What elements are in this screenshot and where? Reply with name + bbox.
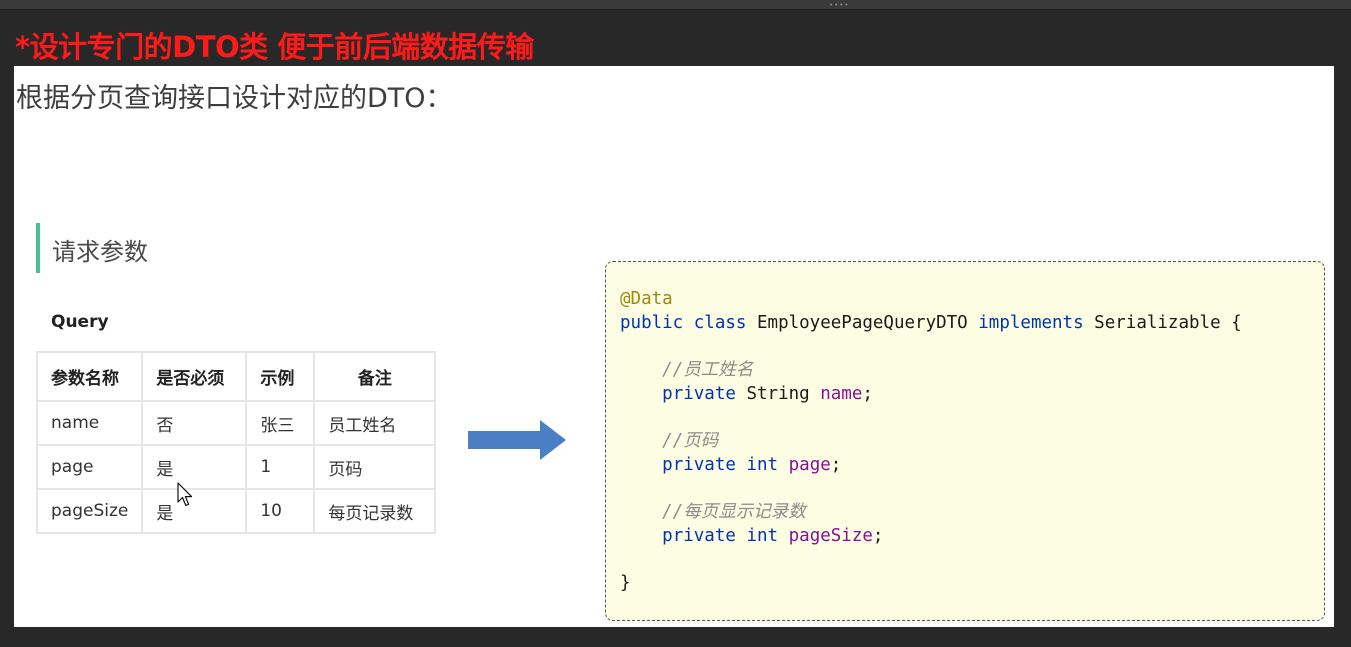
table-row: name 否 张三 员工姓名 bbox=[35, 400, 437, 446]
table-cell: 10 bbox=[245, 488, 316, 534]
table-cell: 张三 bbox=[245, 400, 316, 446]
table-cell: 页码 bbox=[313, 444, 437, 490]
code-content: @Data public class EmployeePageQueryDTO … bbox=[620, 289, 1242, 594]
table-header-row: 参数名称 是否必须 示例 备注 bbox=[35, 351, 437, 402]
code-field-name: name bbox=[820, 383, 863, 404]
code-block: @Data public class EmployeePageQueryDTO … bbox=[605, 261, 1325, 621]
slide: 根据分页查询接口设计对应的DTO： 请求参数 Query 参数名称 是否必须 示… bbox=[14, 66, 1334, 627]
code-interface-name: Serializable bbox=[1094, 312, 1221, 333]
mouse-cursor-icon bbox=[177, 482, 193, 507]
request-params-table: 参数名称 是否必须 示例 备注 name 否 张三 员工姓名 page 是 1 … bbox=[35, 351, 437, 534]
slide-title: 根据分页查询接口设计对应的DTO： bbox=[16, 83, 453, 114]
code-keyword: implements bbox=[978, 312, 1084, 333]
code-keyword: class bbox=[693, 312, 747, 333]
query-label: Query bbox=[51, 312, 109, 332]
code-type: String bbox=[746, 383, 810, 404]
code-field-name: pageSize bbox=[788, 526, 873, 547]
right-arrow-icon bbox=[468, 420, 566, 460]
code-brace: } bbox=[620, 573, 631, 594]
code-keyword: public bbox=[620, 312, 684, 333]
code-field-name: page bbox=[788, 454, 831, 475]
code-annotation: @Data bbox=[620, 289, 673, 309]
section-accent-bar bbox=[36, 223, 40, 273]
header-required: 是否必须 bbox=[141, 351, 248, 402]
code-comment: //员工姓名 bbox=[662, 360, 754, 381]
headline: *设计专门的DTO类 便于前后端数据传输 bbox=[15, 30, 534, 64]
code-comment: //页码 bbox=[662, 431, 719, 452]
table-cell: name bbox=[35, 400, 144, 446]
header-remark: 备注 bbox=[313, 351, 437, 402]
code-brace: { bbox=[1231, 312, 1242, 333]
code-keyword: private bbox=[662, 383, 736, 404]
code-keyword: private bbox=[662, 454, 736, 475]
code-type: int bbox=[746, 526, 779, 547]
table-cell: 1 bbox=[245, 444, 316, 490]
window-grip-icon[interactable]: •••• bbox=[829, 2, 850, 9]
table-cell: 员工姓名 bbox=[313, 400, 437, 446]
table-cell: page bbox=[35, 444, 144, 490]
code-comment: //每页显示记录数 bbox=[662, 502, 806, 523]
table-cell: 每页记录数 bbox=[313, 488, 437, 534]
code-type: int bbox=[746, 454, 779, 475]
header-param-name: 参数名称 bbox=[35, 351, 144, 402]
code-keyword: private bbox=[662, 526, 736, 547]
table-row: page 是 1 页码 bbox=[35, 444, 437, 490]
code-class-name: EmployeePageQueryDTO bbox=[757, 312, 968, 333]
window-top-bar[interactable]: •••• bbox=[0, 0, 1351, 10]
table-cell: pageSize bbox=[35, 488, 144, 534]
table-cell: 否 bbox=[141, 400, 248, 446]
section-title: 请求参数 bbox=[52, 238, 148, 266]
header-example: 示例 bbox=[245, 351, 316, 402]
table-row: pageSize 是 10 每页记录数 bbox=[35, 488, 437, 534]
